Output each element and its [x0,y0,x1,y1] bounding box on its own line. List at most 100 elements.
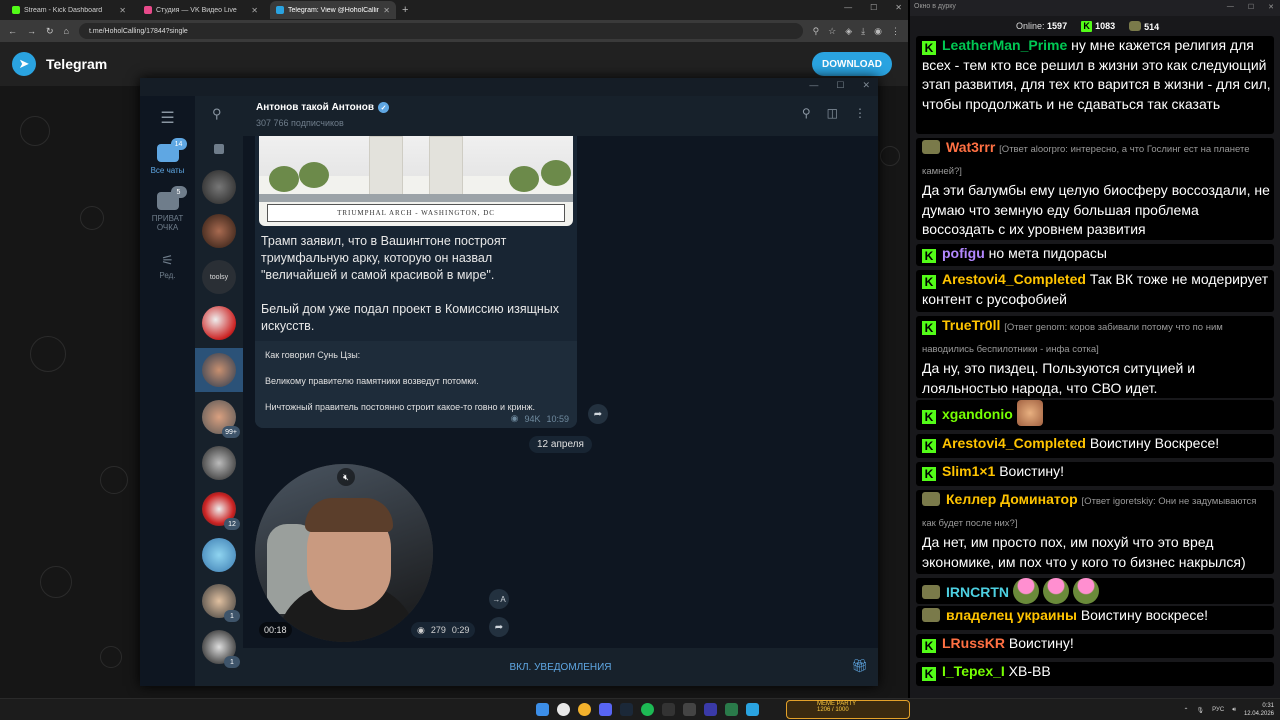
sidebar-toggle-icon[interactable]: ◫ [827,106,838,120]
gift-icon[interactable]: 🎁︎ [851,658,868,674]
transcribe-icon[interactable]: →A [489,589,509,609]
star-icon[interactable]: ☆ [828,26,836,37]
maximize-icon[interactable]: ☐ [836,80,844,91]
clock-time: 0:31 [1262,703,1274,709]
steam-icon[interactable] [620,703,633,716]
folder-all-chats[interactable]: 14 Все чаты [140,138,195,175]
forward-icon[interactable]: → [27,26,36,36]
view-count: 94K [524,413,541,424]
mic-icon[interactable]: 🎙︎ [1197,707,1205,714]
maximize-icon[interactable]: ☐ [870,3,877,12]
chat-avatar[interactable]: 1 [202,630,240,668]
start-icon[interactable] [536,703,549,716]
speaker-icon[interactable]: 🔊︎ [1232,707,1236,714]
app-icon[interactable] [725,703,738,716]
chat-username[interactable]: IRNCRTN [946,584,1009,600]
menu-dots-icon[interactable]: ⋮ [891,26,900,37]
telegram-icon[interactable] [746,703,759,716]
browser-tab-telegram[interactable]: Telegram: View @HoholCalling ✕ [270,1,396,19]
chrome-icon[interactable] [557,703,570,716]
close-icon[interactable]: ✕ [862,80,870,91]
close-icon[interactable]: ✕ [1268,3,1274,11]
search-icon[interactable]: ⚲ [813,26,820,37]
archive-icon[interactable] [214,144,224,154]
chat-avatar[interactable] [202,446,236,480]
chat-avatar[interactable] [202,306,236,340]
share-icon[interactable]: ➦ [489,617,509,637]
chat-avatar[interactable]: toolsy [202,260,236,294]
chat-username[interactable]: I_Tepex_I [942,663,1005,679]
back-icon[interactable]: ← [8,26,17,36]
chat-username[interactable]: владелец украины [946,607,1077,623]
meme-party-widget[interactable]: MEME PARTY 1206 / 1000 [786,700,910,719]
channel-header[interactable]: Антонов такой Антонов ✓ 307 766 подписчи… [243,96,878,136]
chat-message: Kxgandonio [916,400,1274,430]
folder-private[interactable]: 5 ПРИВАТ ОЧКА [140,186,195,232]
folder-edit[interactable]: ⚟ Ред. [140,252,195,280]
muted-speaker-icon[interactable]: 🔇︎ [337,468,355,486]
more-options-icon[interactable]: ⋮ [854,106,866,120]
browser-tab-vk[interactable]: Студия — VK Видео Live ✕ [138,1,264,19]
chat-username[interactable]: pofigu [942,245,985,261]
reload-icon[interactable]: ↻ [46,26,54,37]
chat-username[interactable]: LeatherMan_Prime [942,37,1067,53]
close-tab-icon[interactable]: ✕ [251,6,258,15]
minimize-icon[interactable]: — [844,3,852,12]
url-field[interactable]: t.me/HoholCalling/17844?single [78,23,803,39]
chat-avatar[interactable] [202,170,236,204]
close-tab-icon[interactable]: ✕ [119,6,126,15]
chat-avatar-selected[interactable] [202,353,236,387]
search-icon[interactable]: ⚲ [212,106,222,122]
chat-username[interactable]: Slim1×1 [942,463,995,479]
app-titlebar: — ☐ ✕ [140,78,878,96]
extension-icon[interactable]: ◈ [845,26,852,37]
share-icon[interactable]: ➦ [588,404,608,424]
chat-username[interactable]: Arestovi4_Completed [942,435,1086,451]
minimize-icon[interactable]: — [809,80,818,91]
close-icon[interactable]: ✕ [895,3,902,12]
obs-icon[interactable] [662,703,675,716]
download-button[interactable]: DOWNLOAD [812,52,892,76]
search-icon[interactable]: ⚲ [802,106,811,120]
enable-notifications-button[interactable]: ВКЛ. УВЕДОМЛЕНИЯ [243,648,878,686]
close-tab-icon[interactable]: ✕ [383,6,390,15]
quote-line: Великому правителю памятники возведут по… [265,376,479,386]
chat-avatar[interactable]: 12 [202,492,240,530]
chat-avatar[interactable]: 99+ [202,400,240,438]
discord-icon[interactable] [599,703,612,716]
chat-username[interactable]: xgandonio [942,406,1013,422]
video-message[interactable] [255,464,433,642]
maximize-icon[interactable]: ☐ [1248,3,1254,11]
minimize-icon[interactable]: — [1227,3,1234,11]
chat-message: K I_Tepex_I ХВ-ВВ [916,662,1274,686]
menu-button[interactable]: ☰ [140,108,195,128]
profile-icon[interactable]: ◉ [874,26,882,37]
browser-icon[interactable] [578,703,591,716]
kick-viewer-count: 1083 [1095,20,1116,31]
chat-message: K Arestovi4_Completed Так ВК тоже не моде… [916,270,1274,312]
chat-username[interactable]: Wat3rrr [946,139,995,155]
spotify-icon[interactable] [641,703,654,716]
chat-avatar[interactable]: 1 [202,584,240,622]
chat-username[interactable]: Келлер Доминатор [946,491,1078,507]
chat-username[interactable]: TrueTr0ll [942,317,1000,333]
download-icon[interactable]: ⤓ [861,26,865,37]
kick-badge-icon: K [922,410,936,424]
browser-tab-kick[interactable]: Stream - Kick Dashboard ✕ [6,1,132,19]
image-caption: TRIUMPHAL ARCH - WASHINGTON, DC [267,204,565,222]
app-icon[interactable] [683,703,696,716]
new-tab-icon[interactable]: + [402,4,408,16]
windows-taskbar: MEME PARTY 1206 / 1000 ⌃ 🎙︎ РУС 🔊︎ 0:31 … [0,698,1280,720]
widget-counter: 1206 / 1000 [817,707,849,713]
chat-username[interactable]: LRussKR [942,635,1005,651]
app-icon[interactable] [704,703,717,716]
subscriber-badge-icon [922,608,940,622]
chat-username[interactable]: Arestovi4_Completed [942,271,1086,287]
chat-avatar[interactable] [202,538,236,572]
clock[interactable]: 0:31 12.04.2026 [1244,702,1274,718]
chat-avatar[interactable] [202,214,236,248]
arch-rendering-image[interactable]: TRIUMPHAL ARCH - WASHINGTON, DC [259,136,573,226]
home-icon[interactable]: ⌂ [64,26,69,36]
chevron-up-icon[interactable]: ⌃ [1184,707,1189,714]
language-indicator[interactable]: РУС [1212,707,1224,713]
